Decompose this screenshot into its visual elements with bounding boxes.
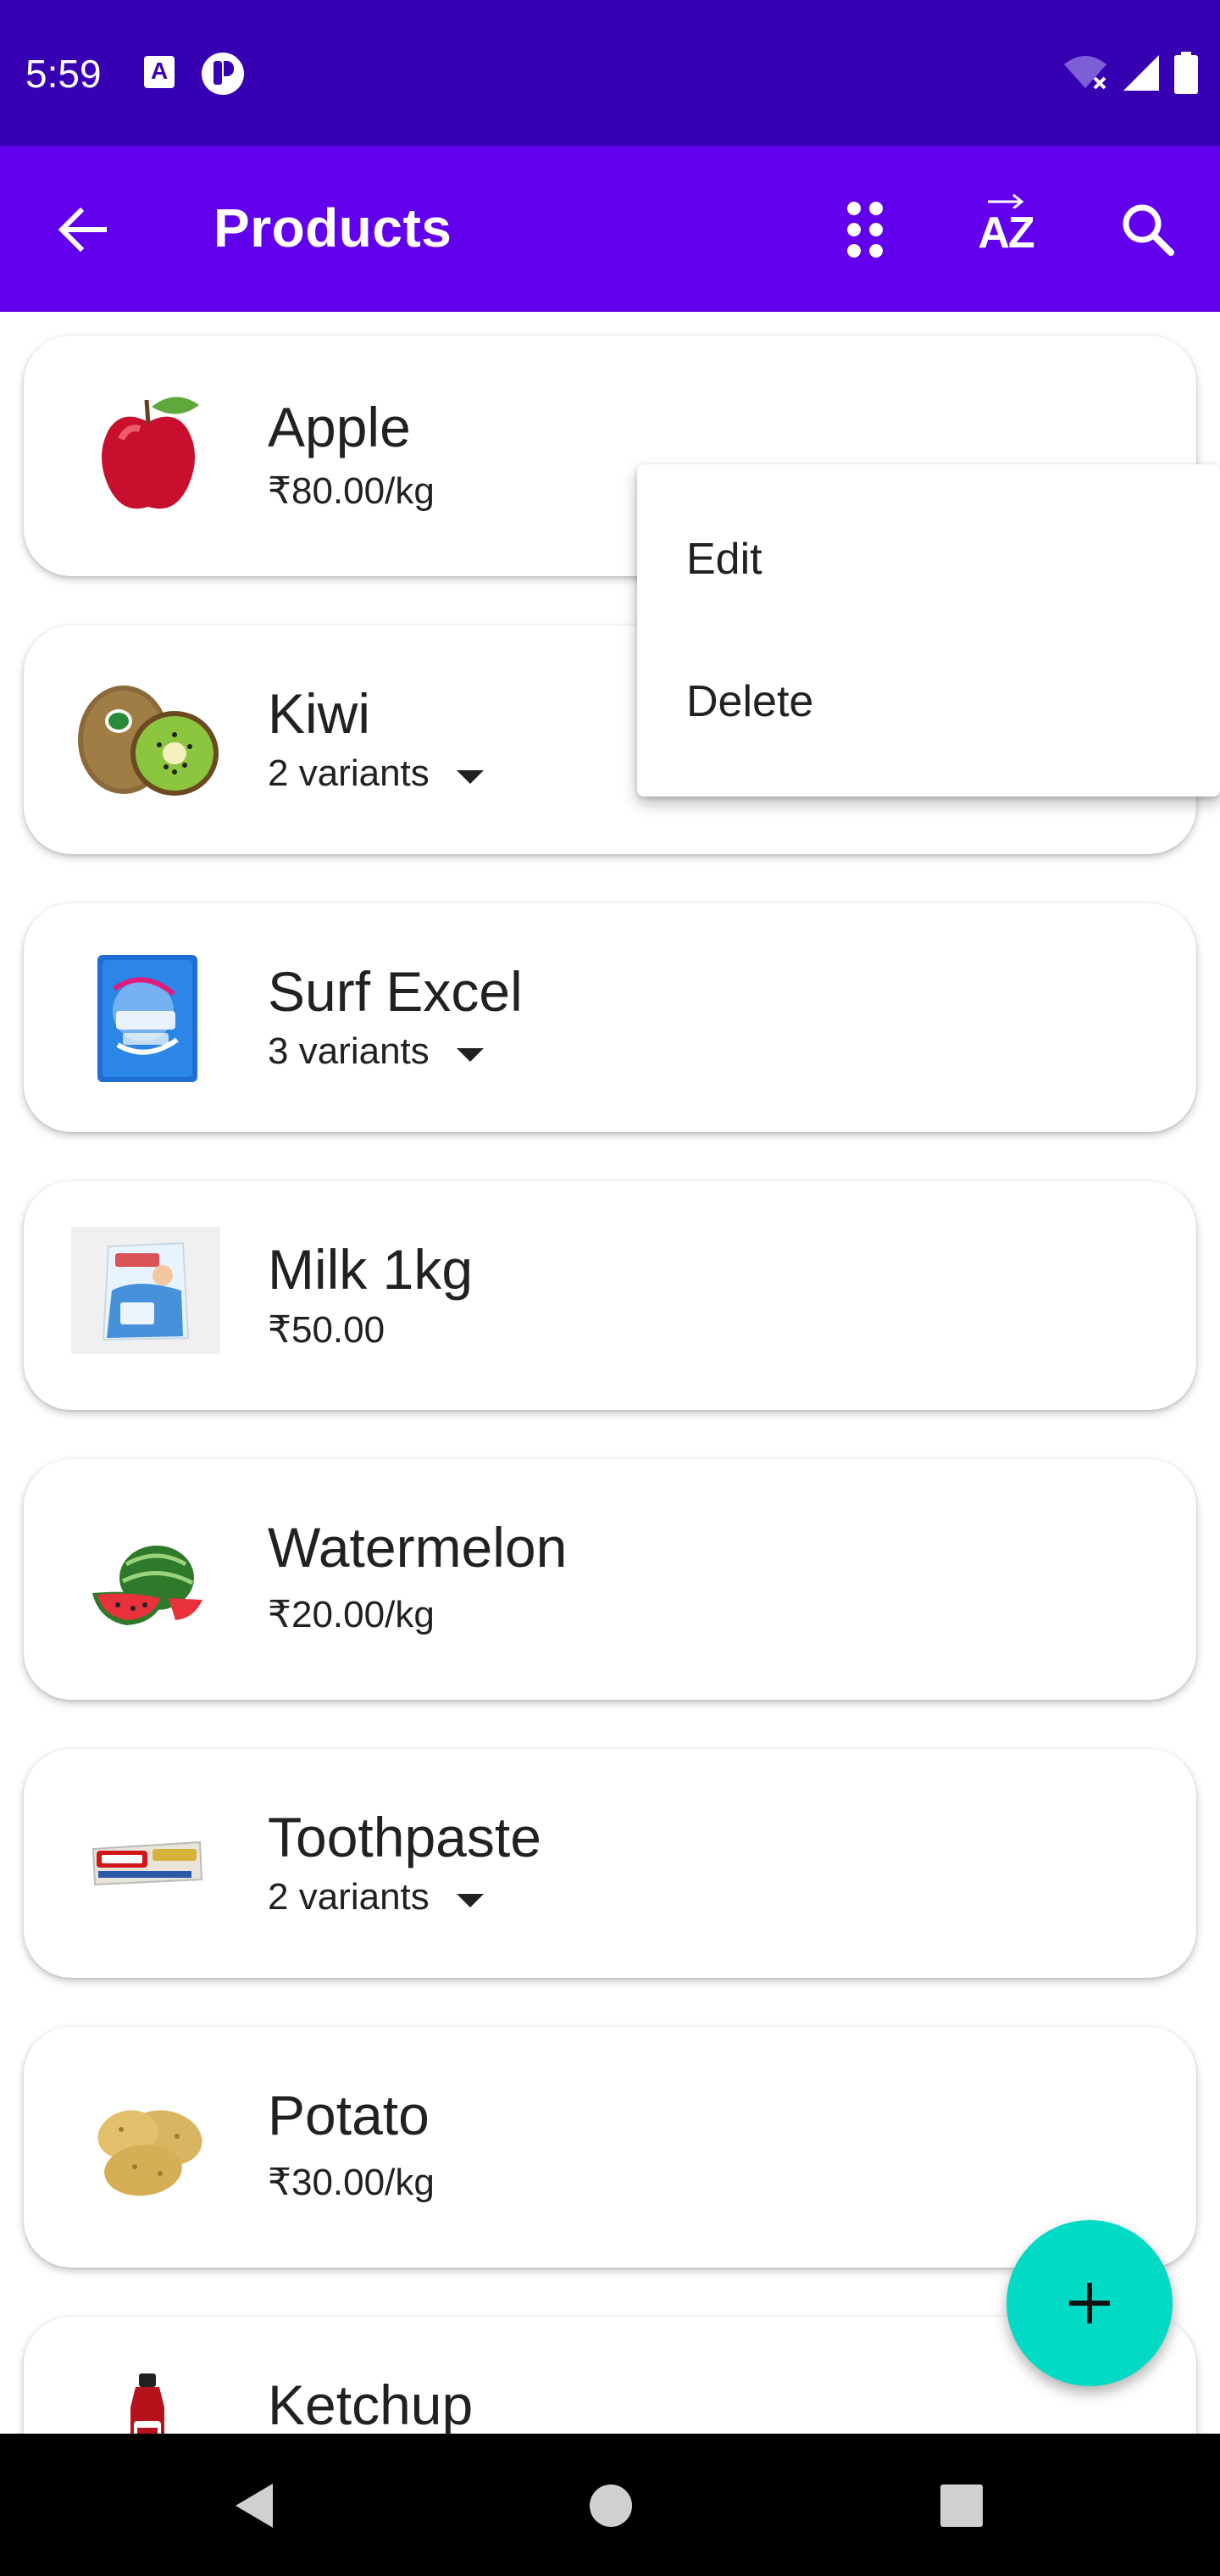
- sort-az-icon[interactable]: AZ: [959, 183, 1052, 276]
- product-card-toothpaste[interactable]: Toothpaste 2 variants: [24, 1749, 1196, 1978]
- search-icon[interactable]: [1101, 183, 1195, 276]
- back-triangle-icon[interactable]: [215, 2468, 291, 2544]
- wifi-off-icon: [1064, 56, 1106, 90]
- watermelon-image: [71, 1513, 224, 1649]
- status-time: 5:59: [25, 52, 102, 96]
- product-price: ₹30.00/kg: [268, 2162, 435, 2203]
- product-name: Kiwi: [268, 682, 371, 745]
- menu-item-edit[interactable]: Edit: [686, 534, 762, 585]
- chevron-down-icon: [456, 770, 484, 784]
- variants-toggle[interactable]: 2 variants: [268, 1876, 484, 1918]
- chevron-down-icon: [456, 1894, 484, 1907]
- chevron-down-icon: [456, 1048, 484, 1062]
- app-bar: Products AZ: [0, 146, 1220, 312]
- system-nav-bar: [0, 2434, 1220, 2576]
- product-variants: 2 variants: [268, 1876, 430, 1918]
- product-name: Watermelon: [268, 1516, 568, 1579]
- surf-excel-image: [71, 951, 224, 1086]
- battery-icon: [1174, 52, 1198, 94]
- apple-image: [71, 388, 224, 524]
- product-price: ₹20.00/kg: [268, 1594, 435, 1635]
- a-notification-glyph: A: [151, 58, 169, 84]
- grid-dots-icon[interactable]: [818, 183, 912, 276]
- status-right-icons: [1062, 49, 1198, 97]
- back-arrow-icon[interactable]: [36, 183, 129, 276]
- recents-square-icon[interactable]: [923, 2468, 1000, 2544]
- p-app-icon: [202, 53, 244, 95]
- product-variants: 3 variants: [268, 1030, 430, 1072]
- variants-toggle[interactable]: 3 variants: [268, 1030, 484, 1073]
- page-title: Products: [214, 197, 452, 258]
- product-name: Milk 1kg: [268, 1238, 474, 1301]
- toothpaste-image: [71, 1795, 224, 1930]
- kiwi-image: [71, 675, 224, 810]
- menu-item-delete[interactable]: Delete: [686, 676, 813, 727]
- potato-image: [71, 2079, 224, 2215]
- add-product-button[interactable]: [1006, 2220, 1173, 2386]
- variants-toggle[interactable]: 2 variants: [268, 752, 484, 795]
- product-name: Potato: [268, 2084, 430, 2146]
- home-circle-icon[interactable]: [573, 2468, 649, 2544]
- sort-az-label: AZ: [978, 208, 1034, 258]
- product-name: Apple: [268, 396, 411, 458]
- product-name: Ketchup: [268, 2373, 474, 2434]
- product-card-milk[interactable]: Milk 1kg ₹50.00: [24, 1181, 1196, 1410]
- milk-packet-image: [71, 1227, 220, 1354]
- product-name: Surf Excel: [268, 960, 523, 1023]
- product-price: ₹80.00/kg: [268, 470, 435, 512]
- product-price: ₹50.00: [268, 1309, 385, 1351]
- product-variants: 2 variants: [268, 752, 430, 794]
- status-bar: 5:59 A: [0, 0, 1220, 146]
- product-card-potato[interactable]: Potato ₹30.00/kg: [24, 2027, 1196, 2268]
- product-name: Toothpaste: [268, 1806, 541, 1868]
- item-popup-menu: Edit Delete: [637, 464, 1220, 797]
- ketchup-image: [71, 2369, 224, 2434]
- product-card-watermelon[interactable]: Watermelon ₹20.00/kg: [24, 1459, 1196, 1700]
- product-card-surf-excel[interactable]: Surf Excel 3 variants: [24, 903, 1196, 1132]
- signal-icon: [1123, 55, 1159, 91]
- plus-icon: [1069, 2283, 1110, 2323]
- a-notification-icon: A: [144, 56, 175, 88]
